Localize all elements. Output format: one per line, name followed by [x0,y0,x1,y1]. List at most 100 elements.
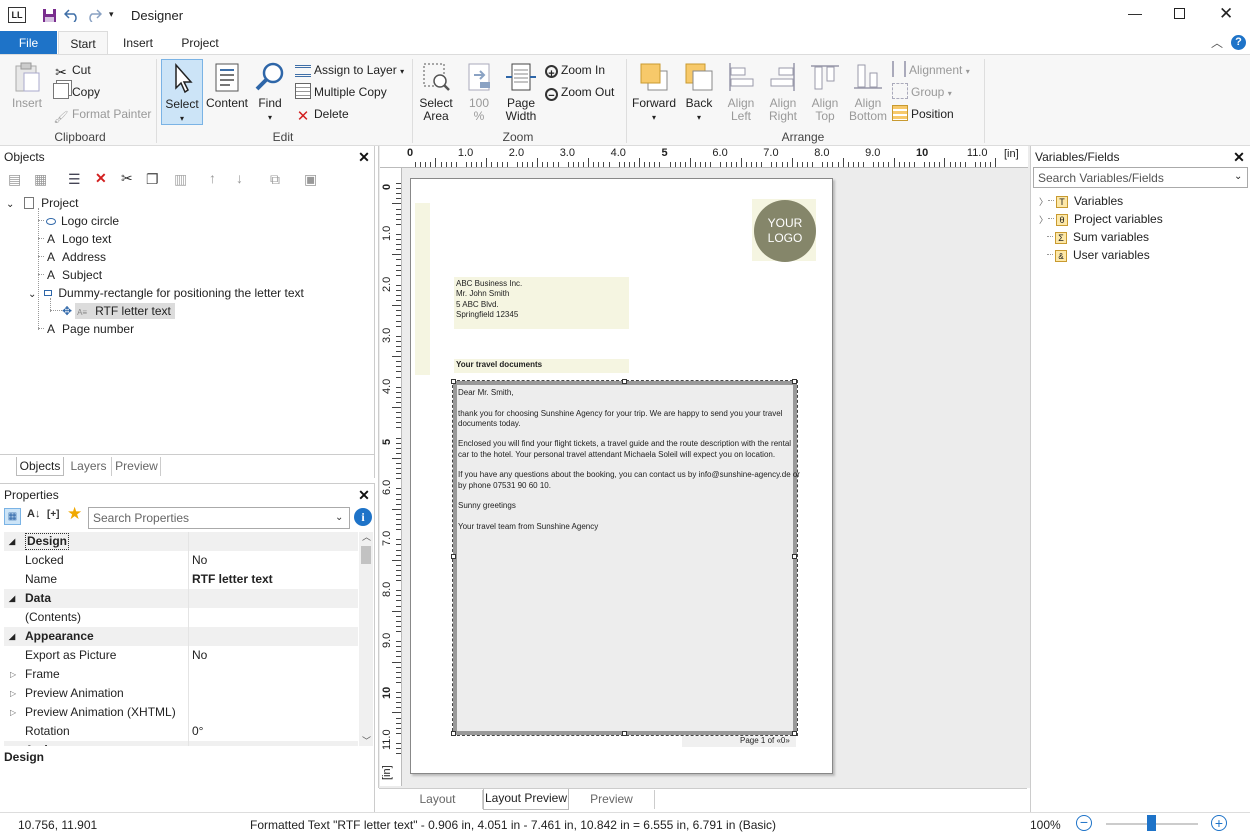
zoom-out-button[interactable]: − Zoom Out [545,82,614,102]
property-name[interactable]: Name RTF letter text [4,570,358,589]
zoom-100-button[interactable]: 100% [460,61,498,123]
new-group-icon[interactable]: ▦ [34,171,47,188]
redo-icon[interactable] [86,8,102,22]
expand-icon[interactable]: ▷ [10,665,16,684]
subject-block[interactable]: Your travel documents [454,359,629,373]
tree-item-rtf-letter-text[interactable]: ✥ A≡ RTF letter text [50,302,175,320]
select-area-button[interactable]: Select Area [416,61,456,123]
tab-project[interactable]: Project [174,31,226,55]
variables-tree-item[interactable]: Σ Sum variables [1039,228,1149,246]
property-category-data[interactable]: ◢ Data [4,589,358,608]
selection-handle[interactable] [451,554,456,559]
zoom-out-icon[interactable]: − [1076,815,1092,831]
property-category-action[interactable]: ◢ Action [4,741,358,746]
property-contents[interactable]: (Contents) [4,608,358,627]
align-top-button[interactable]: Align Top [806,61,844,123]
page-width-button[interactable]: Page Width [500,61,542,123]
collapse-ribbon-icon[interactable]: ︿ [1211,34,1223,51]
address-block[interactable]: ABC Business Inc. Mr. John Smith 5 ABC B… [454,277,629,329]
scroll-up-icon[interactable]: ︿ [362,530,371,543]
selection-handle[interactable] [451,379,456,384]
tree-item-project[interactable]: ⌄ Project [6,194,78,212]
collapse-icon[interactable]: ◢ [9,589,15,608]
property-preview-animation-xhtml[interactable]: ▷ Preview Animation (XHTML) [4,703,358,722]
variables-tree-item[interactable]: 〉 T Variables [1039,192,1123,210]
tab-objects[interactable]: Objects [16,457,64,476]
search-variables-input[interactable]: Search Variables/Fields ⌄ [1033,167,1248,188]
format-painter-button[interactable]: 🖌 Format Painter [53,104,151,124]
variables-tree-item[interactable]: 〉 θ Project variables [1039,210,1163,228]
zoom-in-button[interactable]: + Zoom In [545,60,605,80]
cut-icon[interactable]: ✂ [121,170,133,187]
close-variables-panel-icon[interactable]: ✕ [1232,150,1246,164]
delete-button[interactable]: ✕ Delete [295,104,349,125]
properties-scrollbar[interactable]: ︿ ﹀ [359,532,373,746]
expand-icon[interactable]: ▷ [10,684,16,703]
align-left-button[interactable]: Align Left [722,61,760,123]
tab-layers[interactable]: Layers [66,457,112,476]
find-button[interactable]: Find ▾ [252,61,288,124]
page-number-block[interactable]: Page 1 of «0» [682,736,796,747]
move-up-icon[interactable]: ↑ [209,170,216,186]
report-page[interactable]: YOUR LOGO ABC Business Inc. Mr. John Smit… [410,178,833,774]
content-button[interactable]: Content [204,61,250,110]
copy-icon[interactable]: ❐ [146,171,159,188]
tree-item-logo-text[interactable]: A Logo text [38,230,111,248]
property-category-design[interactable]: ◢ Design [4,532,358,551]
variables-tree-item[interactable]: & User variables [1039,246,1150,264]
import-icon[interactable]: ⧉ [270,171,280,188]
tab-page-preview[interactable]: Preview [569,790,655,809]
favorites-star-icon[interactable]: ★ [67,504,82,524]
expand-icon[interactable]: 〉 [1039,197,1048,207]
paste-icon[interactable]: ▥ [174,171,187,188]
info-icon[interactable]: i [354,508,372,526]
collapse-icon[interactable]: ◢ [9,532,15,551]
tree-item-subject[interactable]: A Subject [38,266,102,284]
chevron-down-icon[interactable]: ⌄ [1234,171,1242,182]
maximize-button[interactable] [1174,8,1185,19]
sort-alpha-icon[interactable]: A↓ [27,508,40,520]
undo-icon[interactable] [64,8,80,22]
expand-all-icon[interactable]: [+] [47,509,60,520]
insert-button[interactable]: Insert [8,61,46,110]
assign-to-layer-button[interactable]: Assign to Layer ▾ [295,60,404,80]
property-frame[interactable]: ▷ Frame [4,665,358,684]
select-button[interactable]: Select ▾ [161,59,203,125]
align-right-button[interactable]: Align Right [764,61,802,123]
expand-icon[interactable]: ⌄ [6,199,14,210]
delete-icon[interactable]: ✕ [95,170,107,187]
selection-handle[interactable] [451,731,456,736]
move-down-icon[interactable]: ↓ [236,170,243,186]
tree-item-logo-circle[interactable]: Logo circle [38,212,119,230]
minimize-button[interactable]: — [1128,5,1144,21]
alignment-button[interactable]: Alignment ▾ [892,60,970,80]
cut-button[interactable]: ✂ Cut [53,60,91,80]
categorized-view-icon[interactable]: ▦ [4,508,21,525]
selection-handle[interactable] [792,554,797,559]
zoom-in-icon[interactable]: + [1211,815,1227,831]
property-category-appearance[interactable]: ◢ Appearance [4,627,358,646]
quick-access-dropdown-icon[interactable]: ▾ [109,9,114,20]
export-icon[interactable]: ▣ [304,171,317,188]
position-button[interactable]: Position [892,104,954,124]
selection-handle[interactable] [792,379,797,384]
property-preview-animation[interactable]: ▷ Preview Animation [4,684,358,703]
tab-layout-preview[interactable]: Layout Preview [483,789,569,810]
selection-handle[interactable] [622,379,627,384]
close-window-button[interactable]: ✕ [1219,4,1233,24]
zoom-slider-thumb[interactable] [1147,815,1156,831]
tab-preview[interactable]: Preview [113,457,161,476]
tab-layout[interactable]: Layout [393,790,483,809]
tab-insert[interactable]: Insert [113,31,163,55]
save-icon[interactable] [42,8,57,23]
close-properties-panel-icon[interactable]: ✕ [357,488,371,502]
forward-button[interactable]: Forward ▾ [630,61,678,124]
property-locked[interactable]: Locked No [4,551,358,570]
logo-circle[interactable]: YOUR LOGO [754,200,816,262]
new-object-icon[interactable]: ▤ [8,171,21,188]
logo-box[interactable]: YOUR LOGO [752,199,816,262]
tree-item-dummy-rectangle[interactable]: ⌄ Dummy-rectangle for positioning the let… [28,284,304,302]
help-icon[interactable]: ? [1231,35,1246,50]
properties-list-icon[interactable]: ☰ [68,171,81,188]
search-properties-input[interactable]: Search Properties ⌄ [88,507,350,529]
